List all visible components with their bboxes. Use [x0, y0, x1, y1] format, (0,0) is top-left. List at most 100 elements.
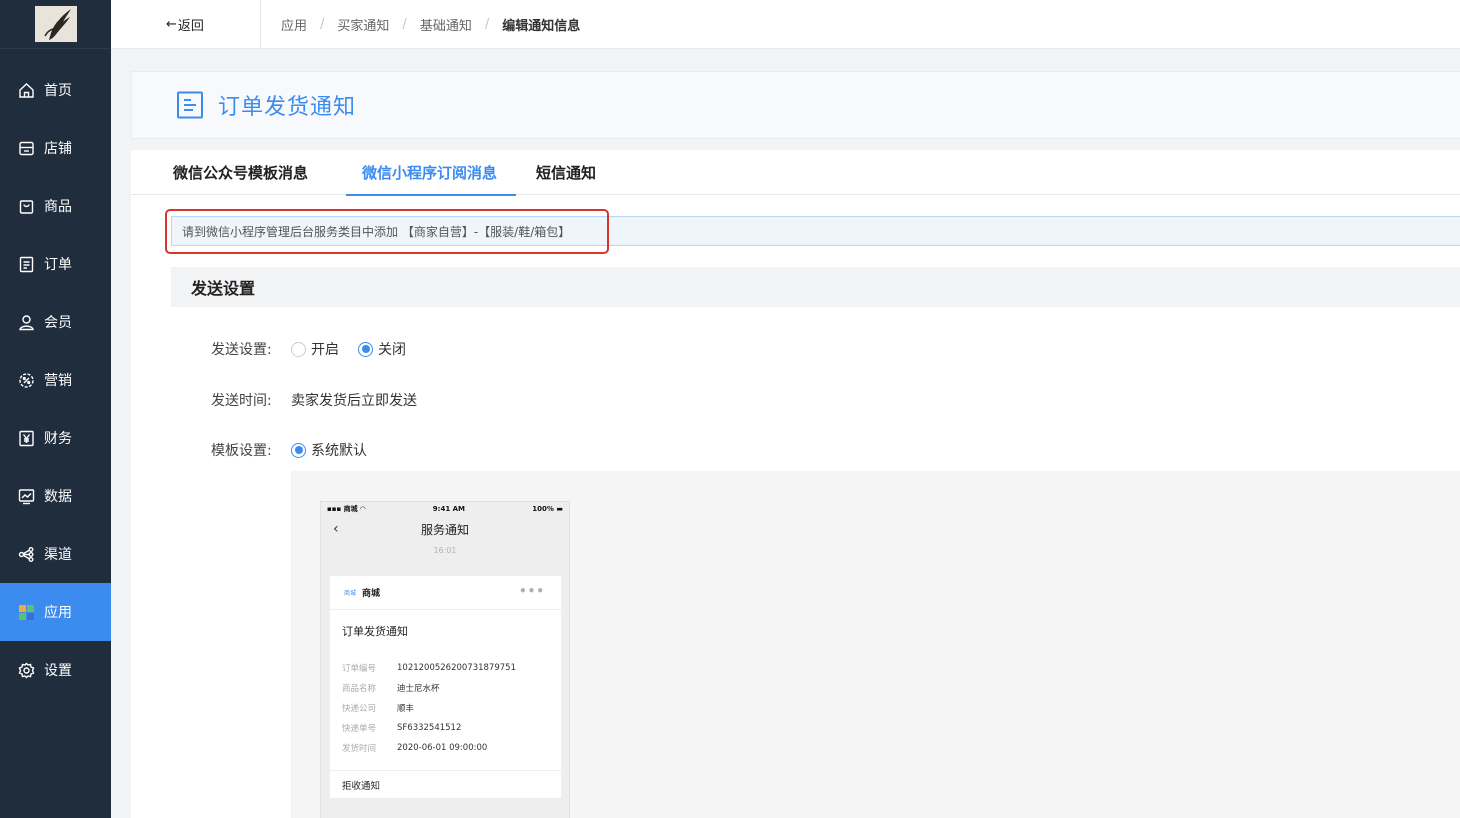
- sidebar-item-label: 会员: [44, 315, 72, 331]
- radio-circle: [291, 341, 306, 357]
- page-title: 订单发货通知: [218, 95, 357, 120]
- more-icon: •••: [518, 584, 545, 598]
- marketing-icon: [17, 371, 35, 389]
- wifi-icon: ◠: [360, 505, 366, 513]
- battery-icon: ▬: [556, 505, 563, 513]
- field-key: 快递公司: [342, 704, 377, 714]
- signal-carrier: ▪▪▪ 商城 ◠: [327, 504, 366, 514]
- sidebar-item-label: 设置: [44, 663, 72, 679]
- phone-status-bar: ▪▪▪ 商城 ◠ 9:41 AM 100% ▬: [321, 502, 569, 516]
- send-time-label: 发送时间:: [211, 393, 272, 409]
- main-panel: 微信公众号模板消息 微信小程序订阅消息 短信通知 请到微信小程序管理后台服务类目…: [131, 150, 1460, 818]
- breadcrumb-separator: /: [320, 16, 325, 32]
- field-key: 快递单号: [342, 724, 377, 734]
- tab-miniprogram[interactable]: 微信小程序订阅消息: [346, 150, 536, 196]
- carrier-label: 商城: [343, 505, 358, 513]
- sidebar-item-label: 商品: [44, 199, 72, 215]
- send-time-value: 卖家发货后立即发送: [291, 393, 417, 409]
- phone-mockup: ▪▪▪ 商城 ◠ 9:41 AM 100% ▬ ‹ 服务通知 16:01 商城 …: [320, 501, 570, 818]
- breadcrumb: 应用 / 买家通知 / 基础通知 / 编辑通知信息: [261, 15, 580, 34]
- apps-icon: [17, 603, 35, 621]
- phone-nav-bar: ‹ 服务通知: [321, 516, 569, 542]
- radio-circle-checked: [291, 442, 306, 458]
- document-icon: [176, 91, 204, 119]
- battery-status: 100% ▬: [532, 505, 563, 513]
- chevron-left-icon: ‹: [333, 521, 339, 537]
- sidebar-item-apps[interactable]: 应用: [0, 583, 111, 641]
- card-footer: 拒收通知: [330, 770, 561, 798]
- back-button[interactable]: ← 返回: [111, 0, 261, 49]
- sidebar-item-channels[interactable]: 渠道: [0, 525, 111, 583]
- radio-enable[interactable]: 开启: [291, 339, 339, 359]
- sidebar-item-label: 营销: [44, 373, 72, 389]
- field-row: 快递单号 SF6332541512: [330, 718, 561, 738]
- radio-label: 系统默认: [311, 443, 367, 459]
- tab-sms[interactable]: 短信通知: [536, 150, 636, 195]
- bag-icon: [17, 197, 35, 215]
- card-title: 订单发货通知: [342, 625, 408, 638]
- field-row: 快递公司 顺丰: [330, 698, 561, 718]
- home-icon: [17, 81, 35, 99]
- field-value: 1021200526200731879751: [397, 663, 516, 673]
- sidebar-item-label: 渠道: [44, 547, 72, 563]
- field-key: 订单编号: [342, 664, 377, 674]
- breadcrumb-item[interactable]: 应用: [281, 15, 307, 34]
- chart-icon: [17, 487, 35, 505]
- send-setting-row: 发送设置: 开启 关闭: [211, 339, 425, 359]
- signal-icon: ▪▪▪: [327, 505, 342, 513]
- field-row: 商品名称 迪士尼水杯: [330, 678, 561, 698]
- status-time: 9:41 AM: [432, 505, 466, 513]
- radio-label: 关闭: [378, 342, 406, 358]
- send-time-row: 发送时间: 卖家发货后立即发送: [211, 390, 417, 410]
- sidebar-item-marketing[interactable]: 营销: [0, 351, 111, 409]
- breadcrumb-separator: /: [402, 16, 407, 32]
- arrow-left-icon: ←: [166, 16, 177, 32]
- card-header: 商城 商城 •••: [330, 576, 561, 610]
- sidebar-item-home[interactable]: 首页: [0, 61, 111, 119]
- battery-label: 100%: [532, 505, 554, 513]
- sidebar-item-label: 首页: [44, 83, 72, 99]
- field-key: 商品名称: [342, 684, 377, 694]
- field-row: 订单编号 1021200526200731879751: [330, 658, 561, 678]
- app-name: 商城: [362, 589, 381, 599]
- tab-wechat-official[interactable]: 微信公众号模板消息: [173, 150, 346, 195]
- radio-disable[interactable]: 关闭: [358, 339, 406, 359]
- sidebar-item-products[interactable]: 商品: [0, 177, 111, 235]
- tab-bar: 微信公众号模板消息 微信小程序订阅消息 短信通知: [131, 150, 1460, 196]
- app-badge: 商城: [344, 590, 357, 597]
- logo-area: [0, 0, 111, 49]
- radio-label: 开启: [311, 342, 339, 358]
- radio-circle-checked: [358, 341, 373, 357]
- field-value: 迪士尼水杯: [397, 684, 440, 694]
- sidebar-item-label: 财务: [44, 431, 72, 447]
- sidebar-item-settings[interactable]: 设置: [0, 641, 111, 699]
- notification-card: 商城 商城 ••• 订单发货通知 订单编号 1021200526200731879…: [330, 576, 561, 798]
- sidebar-item-finance[interactable]: 财务: [0, 409, 111, 467]
- template-row: 模板设置: 系统默认: [211, 440, 386, 460]
- user-icon: [17, 313, 35, 331]
- logo[interactable]: [34, 6, 77, 42]
- field-key: 发货时间: [342, 744, 377, 754]
- sidebar-item-label: 数据: [44, 489, 72, 505]
- yen-icon: [17, 429, 35, 447]
- message-time: 16:01: [433, 546, 457, 555]
- sidebar-item-label: 应用: [44, 605, 72, 621]
- breadcrumb-item[interactable]: 基础通知: [420, 15, 472, 34]
- highlight-box: [165, 209, 609, 254]
- template-label: 模板设置:: [211, 443, 272, 459]
- sidebar-item-data[interactable]: 数据: [0, 467, 111, 525]
- sidebar-item-members[interactable]: 会员: [0, 293, 111, 351]
- field-value: SF6332541512: [397, 723, 462, 733]
- sidebar-item-store[interactable]: 店铺: [0, 119, 111, 177]
- breadcrumb-separator: /: [484, 16, 490, 32]
- back-label: 返回: [177, 18, 204, 34]
- section-title: 发送设置: [171, 267, 1460, 307]
- template-preview: ▪▪▪ 商城 ◠ 9:41 AM 100% ▬ ‹ 服务通知 16:01 商城 …: [291, 471, 1460, 818]
- send-setting-label: 发送设置:: [211, 342, 272, 358]
- sidebar-item-orders[interactable]: 订单: [0, 235, 111, 293]
- breadcrumb-item[interactable]: 买家通知: [337, 15, 389, 34]
- field-row: 发货时间 2020-06-01 09:00:00: [330, 738, 561, 758]
- radio-system-default[interactable]: 系统默认: [291, 440, 367, 460]
- gear-icon: [17, 661, 35, 679]
- order-icon: [17, 255, 35, 273]
